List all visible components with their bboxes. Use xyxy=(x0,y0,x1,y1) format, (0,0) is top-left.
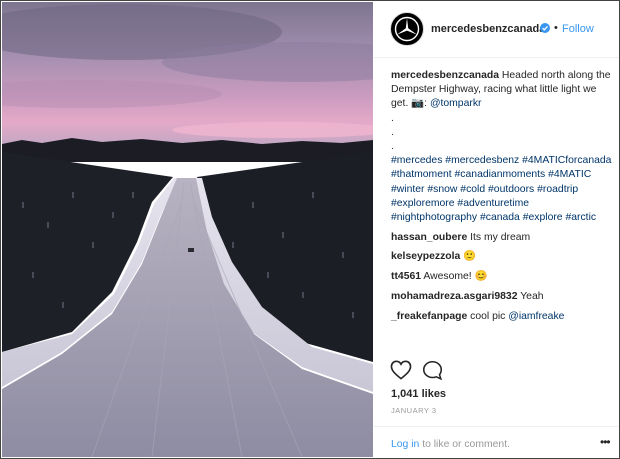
comment-text: Yeah xyxy=(517,290,544,302)
comments-list: mercedesbenzcanada Headed north along th… xyxy=(391,69,613,324)
list-item: _freakefanpage cool pic @iamfreake xyxy=(391,310,613,324)
login-prompt-text: to like or comment. xyxy=(419,439,510,450)
comment-username[interactable]: _freakefanpage xyxy=(391,311,467,322)
list-item: mohamadreza.asgari9832 Yeah xyxy=(391,290,613,304)
post-footer: Log in to like or comment. ••• xyxy=(374,426,619,458)
comment-username[interactable]: mohamadreza.asgari9832 xyxy=(391,291,518,302)
comment-username[interactable]: hassan_oubere xyxy=(391,232,467,243)
likes-count[interactable]: 1,041 likes xyxy=(391,388,446,400)
comment-username[interactable]: kelseypezzola xyxy=(391,251,460,262)
comment-text: Awesome! 😊 xyxy=(421,271,488,283)
list-item: hassan_oubere Its my dream xyxy=(391,231,613,245)
comment-username[interactable]: tt4561 xyxy=(391,271,421,282)
caption-dot: . xyxy=(391,141,394,153)
caption-dot: . xyxy=(391,112,394,124)
caption-dots: . . . xyxy=(391,112,613,155)
login-prompt: Log in to like or comment. xyxy=(391,439,510,450)
caption-dot: . xyxy=(391,126,394,138)
avatar[interactable] xyxy=(390,12,424,46)
verified-badge-icon xyxy=(540,23,550,33)
mercedes-star-logo-icon xyxy=(394,16,420,42)
post-actions xyxy=(390,360,610,382)
post-header: mercedesbenzcanada • Follow xyxy=(374,2,619,58)
post-sidebar: mercedesbenzcanada • Follow mercedesbenz… xyxy=(374,2,619,457)
more-options-icon[interactable]: ••• xyxy=(600,435,611,449)
like-heart-icon[interactable] xyxy=(390,360,412,380)
comment-text: cool pic xyxy=(467,310,509,322)
instagram-post: mercedesbenzcanada • Follow mercedesbenz… xyxy=(0,0,620,459)
follow-button[interactable]: Follow xyxy=(562,23,594,35)
comment-bubble-icon[interactable] xyxy=(422,360,443,381)
login-link[interactable]: Log in xyxy=(391,439,419,450)
list-item: tt4561 Awesome! 😊 xyxy=(391,270,613,284)
caption-mention[interactable]: @tomparkr xyxy=(430,98,482,109)
comment-text: 🙂 xyxy=(460,251,477,263)
comment-text: Its my dream xyxy=(467,231,531,243)
account-username[interactable]: mercedesbenzcanada xyxy=(431,23,545,35)
caption-username[interactable]: mercedesbenzcanada xyxy=(391,70,499,81)
road-landscape-image xyxy=(2,2,373,457)
post-photo[interactable] xyxy=(2,2,373,457)
post-date[interactable]: JANUARY 3 xyxy=(391,406,437,415)
list-item: kelseypezzola 🙂 xyxy=(391,250,613,264)
separator-dot: • xyxy=(554,22,558,34)
caption-hashtags[interactable]: #mercedes #mercedesbenz #4MATICforcanada… xyxy=(391,154,613,225)
caption: mercedesbenzcanada Headed north along th… xyxy=(391,69,613,225)
comment-mention[interactable]: @iamfreake xyxy=(508,311,564,322)
